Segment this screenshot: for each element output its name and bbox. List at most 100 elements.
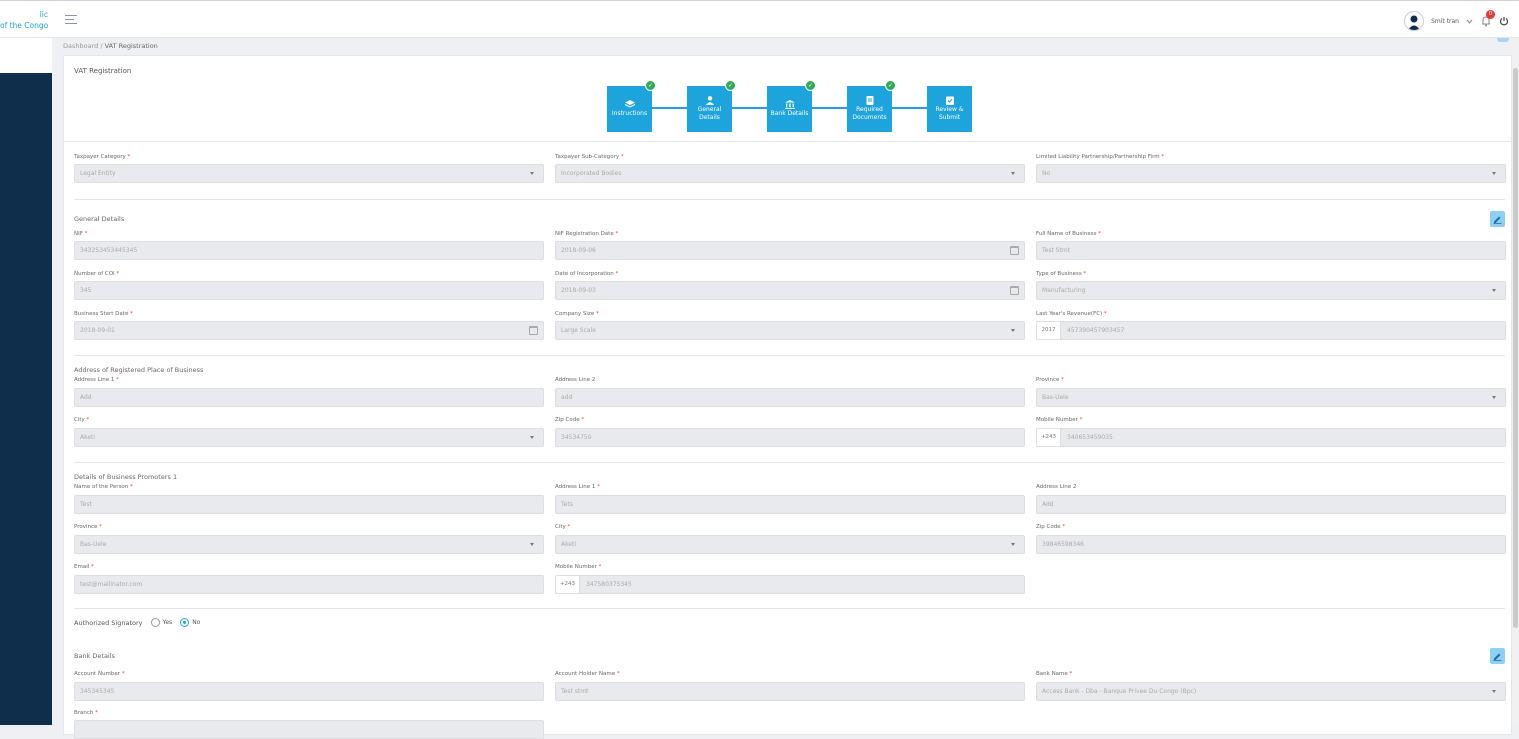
collapse-tab[interactable] bbox=[1497, 38, 1509, 42]
chevron-down-icon[interactable] bbox=[1466, 19, 1473, 24]
step-connector bbox=[732, 107, 767, 109]
step-general-details[interactable]: General Details ✓ bbox=[687, 80, 736, 132]
nif-input[interactable]: 343253453445345 bbox=[74, 241, 544, 260]
step-label: Bank Details bbox=[770, 110, 809, 117]
radio-button[interactable] bbox=[150, 618, 160, 627]
city-select[interactable]: Aketi bbox=[74, 428, 544, 447]
email-field[interactable]: test@mailinator.com bbox=[74, 575, 544, 594]
promoters-section-title: Details of Business Promoters 1 bbox=[74, 473, 178, 481]
divider bbox=[74, 355, 1505, 356]
notification-badge: 0 bbox=[1486, 10, 1495, 19]
account-number-input[interactable]: 345345345 bbox=[74, 682, 544, 701]
address-line1-label: Address Line 1 * bbox=[74, 377, 119, 383]
edit-general-button[interactable] bbox=[1490, 211, 1505, 227]
revenue-year-prefix: 2017 bbox=[1037, 322, 1061, 339]
step-review-submit[interactable]: Review & Submit bbox=[927, 86, 972, 132]
zip-code-label: Zip Code * bbox=[555, 417, 585, 423]
promoter-city-select[interactable]: Aketi bbox=[555, 535, 1025, 554]
nif-date-input[interactable]: 2018-09-06 bbox=[555, 241, 1025, 260]
promoter-address-line1-input[interactable]: Tets bbox=[555, 495, 1025, 514]
full-name-input[interactable]: Test Stmt bbox=[1036, 241, 1506, 260]
zip-code-input[interactable]: 34534750 bbox=[555, 428, 1025, 447]
incorporation-date-label: Date of Incorporation * bbox=[555, 271, 619, 277]
divider bbox=[74, 199, 1505, 200]
step-label: Review & bbox=[935, 106, 964, 113]
select-value: Aketi bbox=[561, 541, 577, 548]
avatar[interactable] bbox=[1404, 11, 1425, 31]
user-icon bbox=[705, 96, 714, 105]
logo[interactable]: lic of the Congo bbox=[0, 9, 52, 31]
company-size-select[interactable]: Large Scale bbox=[555, 321, 1025, 340]
menu-toggle-icon[interactable] bbox=[65, 15, 77, 27]
calendar-icon[interactable] bbox=[1010, 246, 1019, 255]
bank-name-select[interactable]: Access Bank - Dba - Banque Privee Du Con… bbox=[1036, 682, 1506, 701]
taxpayer-category-select[interactable]: Legal Entity bbox=[74, 164, 544, 183]
user-name[interactable]: Smit tran bbox=[1431, 18, 1459, 25]
edit-bank-button[interactable] bbox=[1490, 648, 1505, 664]
branch-select[interactable] bbox=[74, 720, 544, 739]
radio-button[interactable] bbox=[180, 618, 190, 627]
step-label-2: Details bbox=[699, 114, 720, 121]
business-type-select[interactable]: Manufacturing bbox=[1036, 281, 1506, 300]
signatory-no-radio[interactable]: No bbox=[180, 618, 200, 627]
promoter-province-select[interactable]: Bas-Uele bbox=[74, 535, 544, 554]
scrollbar[interactable] bbox=[1512, 38, 1519, 725]
province-label: Province * bbox=[1036, 377, 1064, 383]
calendar-icon[interactable] bbox=[1010, 286, 1019, 295]
start-date-input[interactable]: 2018-09-01 bbox=[74, 321, 544, 340]
person-name-input[interactable]: Test bbox=[74, 495, 544, 514]
promoter-address-line2-label: Address Line 2 bbox=[1036, 484, 1077, 490]
coi-label: Number of COI * bbox=[74, 271, 120, 277]
sidebar bbox=[0, 38, 52, 725]
divider bbox=[64, 141, 1511, 142]
chevron-down-icon bbox=[530, 172, 534, 175]
promoter-address-line2-input[interactable]: Add bbox=[1036, 495, 1506, 514]
bank-icon bbox=[784, 100, 795, 109]
breadcrumb-root[interactable]: Dashboard bbox=[63, 42, 98, 50]
pencil-icon bbox=[1493, 653, 1502, 661]
step-instructions[interactable]: Instructions ✓ bbox=[607, 80, 656, 132]
pencil-icon bbox=[1493, 216, 1502, 224]
mobile-number-label: Mobile Number * bbox=[1036, 417, 1083, 423]
llp-select[interactable]: No bbox=[1036, 164, 1506, 183]
taxpayer-subcategory-select[interactable]: Incorporated Bodies bbox=[555, 164, 1025, 183]
address-line2-label: Address Line 2 bbox=[555, 377, 596, 383]
select-value: Aketi bbox=[80, 434, 96, 441]
chevron-down-icon bbox=[1492, 396, 1496, 399]
select-value: Bas-Uele bbox=[1042, 394, 1069, 401]
business-type-label: Type of Business * bbox=[1036, 271, 1087, 277]
promoter-address-line1-label: Address Line 1 * bbox=[555, 484, 600, 490]
province-select[interactable]: Bas-Uele bbox=[1036, 388, 1506, 407]
country-code-prefix: +243 bbox=[1037, 429, 1061, 446]
revenue-input[interactable]: 2017 457390457903457 bbox=[1036, 321, 1506, 340]
select-value: Incorporated Bodies bbox=[561, 170, 622, 177]
branch-label: Branch * bbox=[74, 710, 98, 716]
signatory-yes-radio[interactable]: Yes bbox=[150, 618, 173, 627]
stack-icon bbox=[624, 100, 635, 108]
address-line1-input[interactable]: Add bbox=[74, 388, 544, 407]
scrollbar-thumb[interactable] bbox=[1513, 68, 1518, 628]
bank-details-title: Bank Details bbox=[74, 652, 115, 660]
promoter-zip-input[interactable]: 39846598346 bbox=[1036, 535, 1506, 554]
sidebar-nav bbox=[0, 73, 52, 725]
nif-label: NIF * bbox=[74, 231, 88, 237]
country-code-prefix: +243 bbox=[556, 576, 580, 593]
step-required-documents[interactable]: Required Documents ✓ bbox=[847, 80, 896, 132]
calendar-icon[interactable] bbox=[529, 326, 538, 335]
coi-input[interactable]: 345 bbox=[74, 281, 544, 300]
step-connector bbox=[652, 107, 687, 109]
city-label: City * bbox=[74, 417, 90, 423]
company-size-label: Company Size * bbox=[555, 311, 599, 317]
promoter-mobile-input[interactable]: +243 347580375345 bbox=[555, 575, 1025, 594]
incorporation-date-input[interactable]: 2018-09-03 bbox=[555, 281, 1025, 300]
select-value: No bbox=[1042, 170, 1051, 177]
radio-label: Yes bbox=[162, 619, 173, 626]
power-icon[interactable] bbox=[1499, 16, 1509, 26]
mobile-number-input[interactable]: +243 340653459035 bbox=[1036, 428, 1506, 447]
notification-bell-icon[interactable]: 0 bbox=[1480, 10, 1495, 27]
step-bank-details[interactable]: Bank Details ✓ bbox=[767, 80, 816, 132]
address-line2-input[interactable]: add bbox=[555, 388, 1025, 407]
account-holder-input[interactable]: Test stmt bbox=[555, 682, 1025, 701]
taxpayer-subcategory-label: Taxpayer Sub-Category * bbox=[555, 154, 624, 160]
person-name-label: Name of the Person * bbox=[74, 484, 133, 490]
